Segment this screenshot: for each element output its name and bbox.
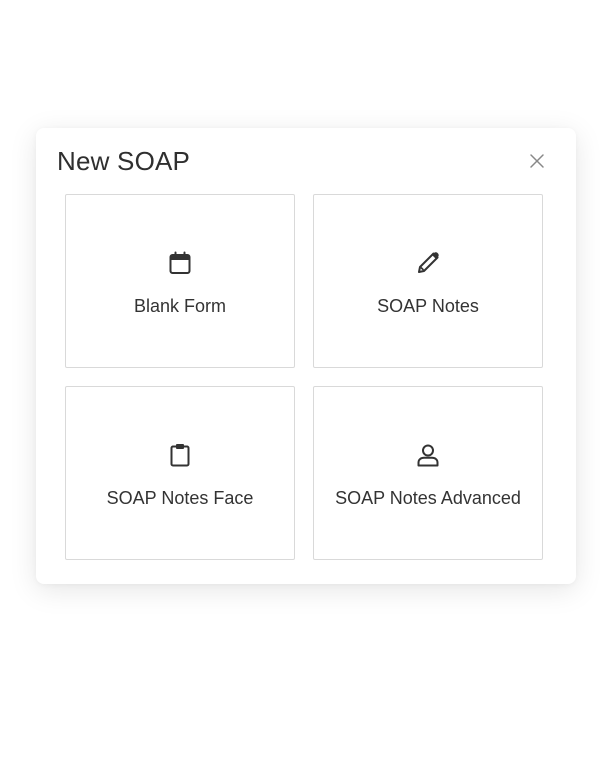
option-label: SOAP Notes bbox=[377, 296, 479, 316]
close-button[interactable] bbox=[524, 148, 550, 174]
user-icon bbox=[414, 441, 442, 469]
option-card-soap-notes[interactable]: SOAP Notes bbox=[313, 194, 543, 368]
option-card-blank-form[interactable]: Blank Form bbox=[65, 194, 295, 368]
new-soap-dialog: New SOAP Blank Form SOAP Notes SOAP Note… bbox=[36, 128, 576, 584]
option-card-soap-notes-face[interactable]: SOAP Notes Face bbox=[65, 386, 295, 560]
option-label: SOAP Notes Face bbox=[106, 488, 254, 508]
calendar-icon bbox=[166, 249, 194, 277]
option-label: SOAP Notes Advanced bbox=[335, 488, 521, 508]
dialog-title: New SOAP bbox=[57, 146, 191, 176]
page-background: New SOAP Blank Form SOAP Notes SOAP Note… bbox=[0, 0, 614, 768]
close-icon bbox=[530, 154, 544, 168]
option-card-soap-notes-advanced[interactable]: SOAP Notes Advanced bbox=[313, 386, 543, 560]
pen-icon bbox=[414, 249, 442, 277]
option-label: Blank Form bbox=[133, 296, 227, 316]
clipboard-icon bbox=[166, 441, 194, 469]
